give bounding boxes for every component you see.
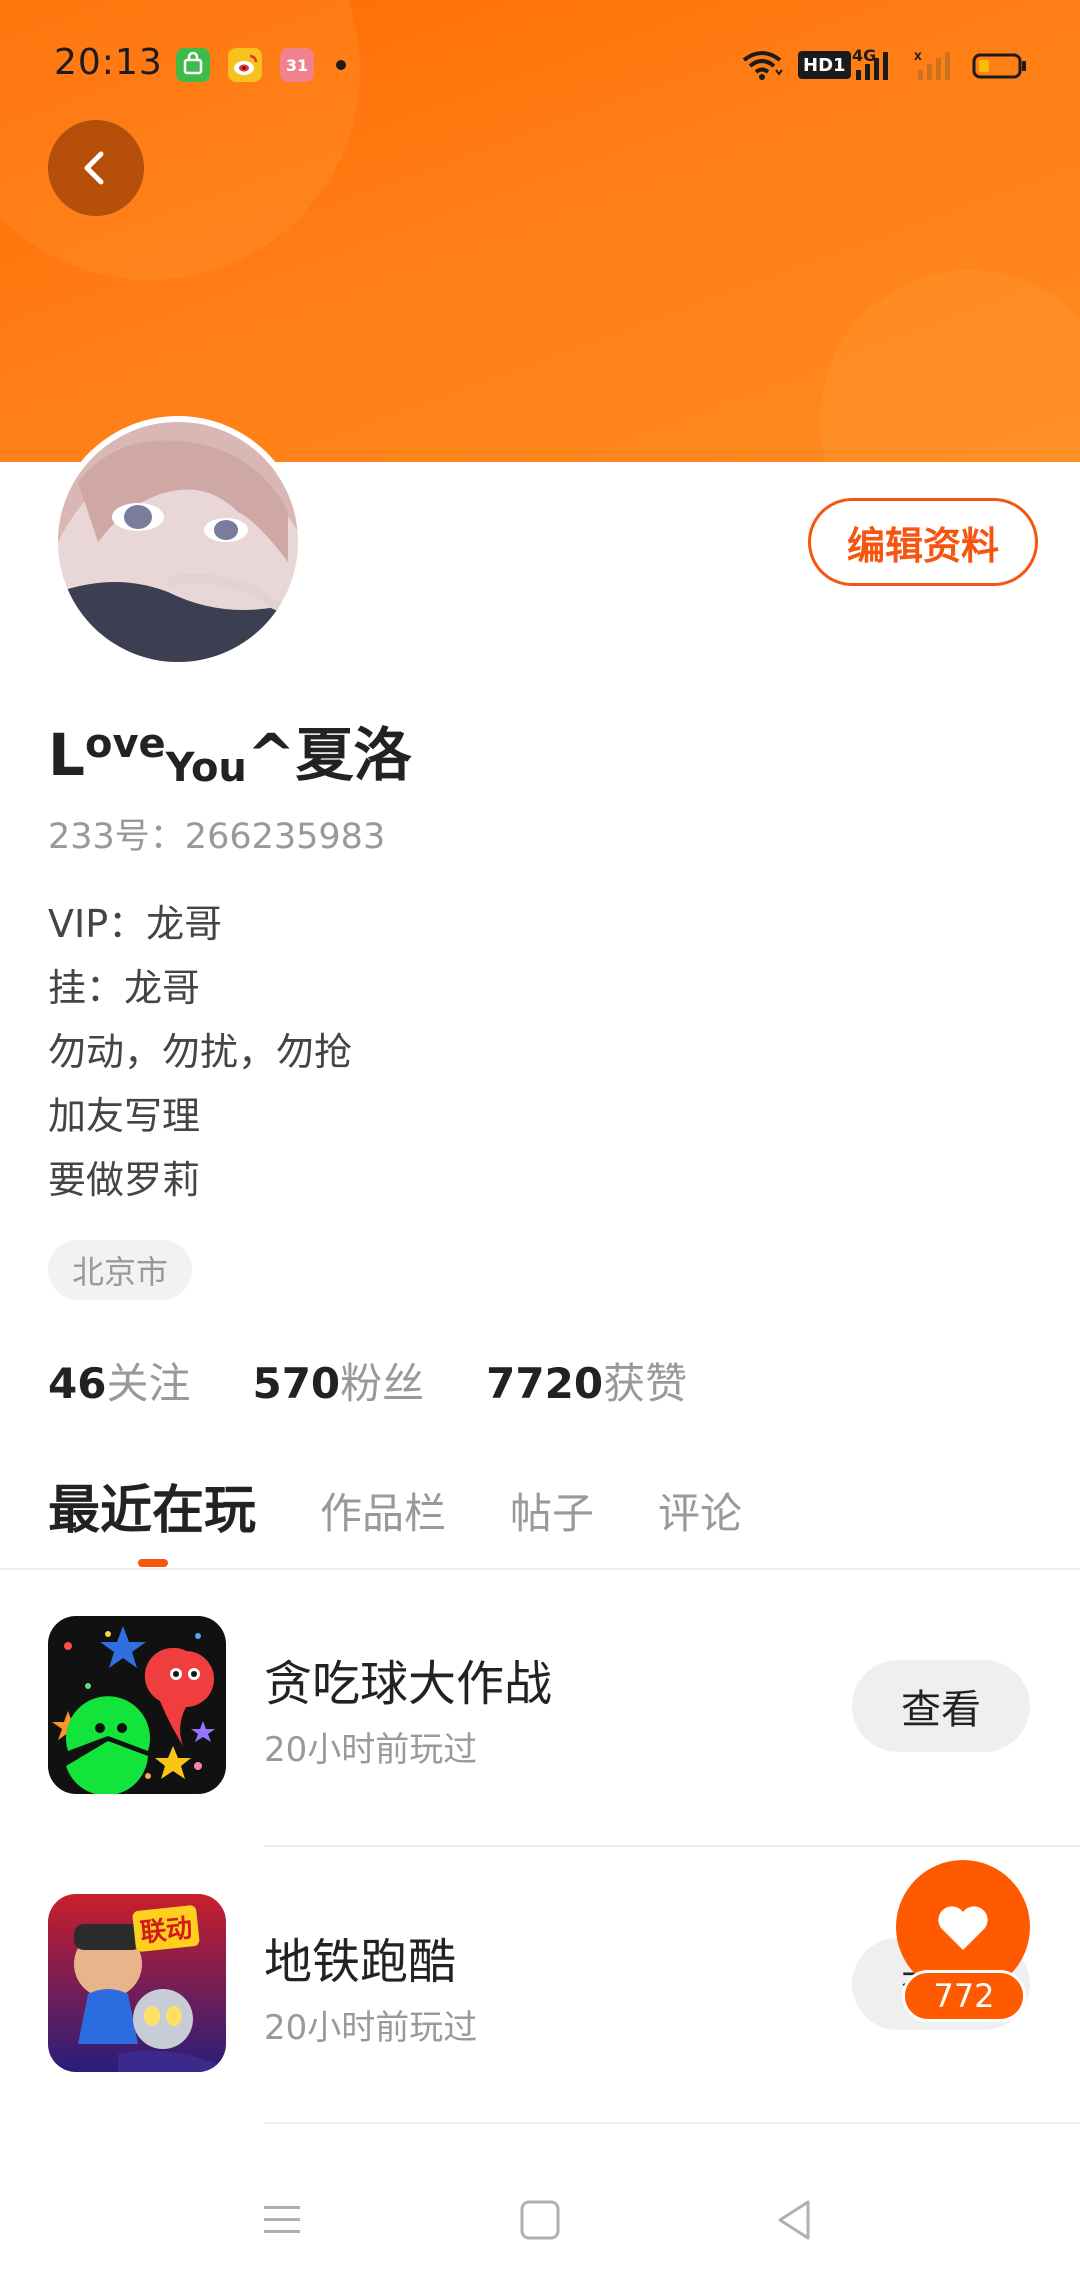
tab-active-indicator	[138, 1559, 168, 1567]
back-button[interactable]	[48, 120, 144, 216]
stat-number: 46	[48, 1359, 107, 1408]
bio-line: 要做罗莉	[48, 1158, 201, 1202]
profile-username: LoveYou^夏洛	[48, 708, 412, 792]
game-icon-subway-surfers: 联动	[48, 1894, 226, 2072]
battery-icon	[972, 48, 1028, 82]
app-market-icon	[176, 48, 210, 82]
stat-number: 7720	[486, 1359, 604, 1408]
following-stat[interactable]: 46关注	[48, 1350, 190, 1411]
list-divider	[264, 1845, 1080, 1847]
system-navigation-bar	[0, 2150, 1080, 2280]
heart-icon	[938, 1906, 988, 1950]
view-game-button[interactable]: 查看	[852, 1660, 1030, 1752]
username-part: L	[48, 721, 85, 789]
bio-line: 挂：龙哥	[48, 966, 201, 1010]
username-part: ^夏洛	[246, 721, 412, 789]
hd-icon: HD1	[798, 48, 851, 82]
weibo-icon	[228, 48, 262, 82]
bio-line: 加友写理	[48, 1094, 201, 1138]
game-list-item[interactable]: 贪吃球大作战 20小时前玩过 查看	[0, 1616, 1080, 1892]
stat-label: 获赞	[603, 1359, 688, 1408]
like-count-badge: 772	[902, 1970, 1026, 2022]
game-title: 地铁跑酷	[264, 1934, 457, 1990]
svg-text:x: x	[914, 48, 922, 63]
profile-tabs: 最近在玩 作品栏 帖子 评论	[48, 1468, 806, 1543]
edit-profile-button[interactable]: 编辑资料	[808, 498, 1038, 586]
tab-comments[interactable]: 评论	[658, 1480, 742, 1541]
username-part: You	[165, 745, 247, 791]
home-nav-button[interactable]	[510, 2190, 570, 2250]
status-bar: 20:13 31 HD1 4G x	[0, 0, 1080, 130]
signal-4g-icon: 4G	[852, 46, 898, 82]
stat-label: 关注	[106, 1359, 191, 1408]
bio-line: 勿动，勿扰，勿抢	[48, 1030, 353, 1074]
profile-bio: VIP：龙哥 挂：龙哥 勿动，勿扰，勿抢 加友写理 要做罗莉	[48, 892, 352, 1212]
bio-line: VIP：龙哥	[48, 902, 223, 946]
profile-stats: 46关注 570粉丝 7720获赞	[48, 1350, 749, 1411]
tab-posts[interactable]: 帖子	[510, 1480, 594, 1541]
stat-number: 570	[252, 1359, 341, 1408]
tab-recently-played[interactable]: 最近在玩	[48, 1468, 256, 1543]
game-title: 贪吃球大作战	[264, 1656, 553, 1712]
followers-stat[interactable]: 570粉丝	[252, 1350, 424, 1411]
avatar[interactable]	[52, 416, 304, 668]
back-nav-button[interactable]	[764, 2190, 824, 2250]
signal-weak-icon: x	[912, 48, 958, 82]
game-icon-snake-ball	[48, 1616, 226, 1794]
username-part: ove	[84, 721, 166, 767]
game-last-played: 20小时前玩过	[264, 1730, 478, 1770]
back-triangle-icon	[778, 2200, 810, 2240]
game-last-played: 20小时前玩过	[264, 2008, 478, 2048]
menu-nav-button[interactable]	[252, 2190, 312, 2250]
banner-decoration	[820, 270, 1080, 462]
profile-id: 233号：266235983	[48, 817, 386, 857]
tab-works[interactable]: 作品栏	[320, 1480, 446, 1541]
home-square-icon	[520, 2200, 560, 2240]
collab-badge: 联动	[132, 1904, 200, 1953]
stat-label: 粉丝	[340, 1359, 425, 1408]
tabs-divider	[0, 1568, 1080, 1570]
calendar-icon: 31	[280, 48, 314, 82]
status-time: 20:13	[54, 42, 163, 83]
location-tag: 北京市	[48, 1240, 193, 1300]
likes-stat[interactable]: 7720获赞	[486, 1350, 687, 1411]
avatar-image	[58, 422, 298, 662]
notification-dot	[336, 60, 346, 70]
back-arrow-icon	[84, 151, 104, 185]
list-divider	[264, 2122, 1080, 2124]
menu-icon	[264, 2206, 300, 2233]
wifi-icon	[740, 48, 784, 82]
